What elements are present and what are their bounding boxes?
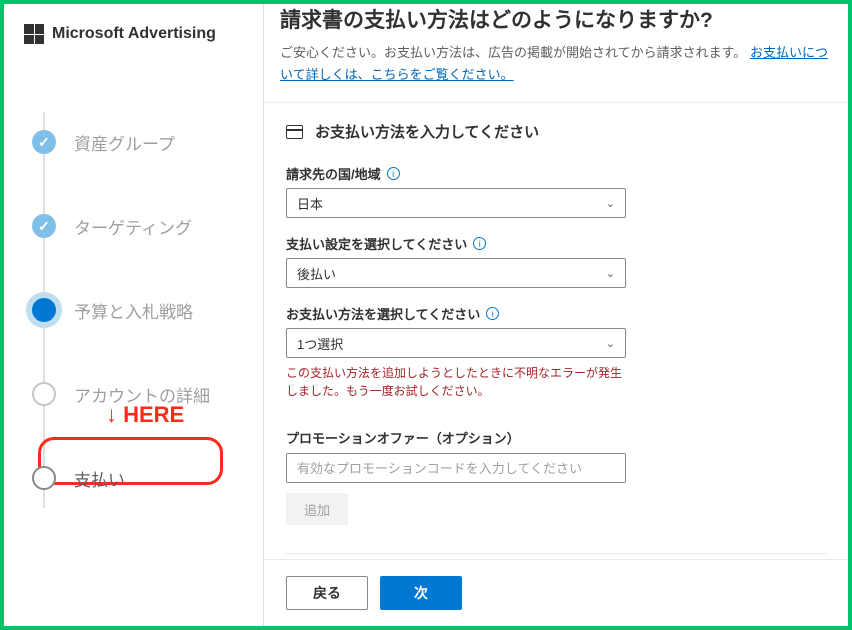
info-icon[interactable]: i xyxy=(486,307,499,320)
payment-setting-select[interactable]: 後払い ⌄ xyxy=(286,258,626,288)
payment-setting-label: 支払い設定を選択してください xyxy=(286,234,467,253)
card-icon xyxy=(286,125,303,139)
steps-nav: 資産グループ ターゲティング 予算と入札戦略 アカウントの詳細 支払い xyxy=(32,100,249,520)
info-icon[interactable]: i xyxy=(473,237,486,250)
promo-section: プロモーションオファー（オプション） 追加 xyxy=(286,428,626,525)
promo-input[interactable] xyxy=(286,453,626,483)
microsoft-logo-icon xyxy=(24,24,44,44)
step-label: 支払い xyxy=(74,466,125,491)
field-country: 請求先の国/地域 i 日本 ⌄ xyxy=(286,164,626,218)
section-title: お支払い方法を入力してください xyxy=(315,121,539,142)
check-icon xyxy=(32,214,56,238)
brand: Microsoft Advertising xyxy=(24,24,249,44)
footer: 戻る 次 xyxy=(264,559,848,626)
check-icon xyxy=(32,130,56,154)
form-content: お支払い方法を入力してください 請求先の国/地域 i 日本 ⌄ 支払い設定を選択… xyxy=(264,103,848,559)
step-asset-groups[interactable]: 資産グループ xyxy=(32,100,249,184)
next-button[interactable]: 次 xyxy=(380,576,462,610)
section-header: お支払い方法を入力してください xyxy=(286,121,826,142)
field-payment-method: お支払い方法を選択してください i 1つ選択 ⌄ この支払い方法を追加しようとし… xyxy=(286,304,626,400)
sidebar: Microsoft Advertising 資産グループ ターゲティング 予算と… xyxy=(4,4,264,626)
main-content: 請求書の支払い方法はどのようになりますか? ご安心ください。お支払い方法は、広告… xyxy=(264,4,848,626)
payment-method-select[interactable]: 1つ選択 ⌄ xyxy=(286,328,626,358)
field-payment-setting: 支払い設定を選択してください i 後払い ⌄ xyxy=(286,234,626,288)
subtitle-text: ご安心ください。お支払い方法は、広告の掲載が開始されてから請求されます。 xyxy=(280,45,746,60)
chevron-down-icon: ⌄ xyxy=(606,197,615,210)
divider xyxy=(286,553,826,554)
step-account-details[interactable]: アカウントの詳細 xyxy=(32,352,249,436)
promo-label: プロモーションオファー（オプション） xyxy=(286,428,626,447)
step-label: アカウントの詳細 xyxy=(74,382,210,407)
step-budget[interactable]: 予算と入札戦略 xyxy=(32,268,249,352)
payment-method-value: 1つ選択 xyxy=(297,334,343,353)
step-label: 資産グループ xyxy=(74,130,175,155)
page-title: 請求書の支払い方法はどのようになりますか? xyxy=(280,4,832,34)
add-promo-button[interactable]: 追加 xyxy=(286,493,348,525)
brand-name: Microsoft Advertising xyxy=(52,25,216,43)
step-targeting[interactable]: ターゲティング xyxy=(32,184,249,268)
payment-method-label: お支払い方法を選択してください xyxy=(286,304,480,323)
dot-icon xyxy=(26,292,62,328)
chevron-down-icon: ⌄ xyxy=(606,337,615,350)
step-label: ターゲティング xyxy=(74,214,192,239)
step-payment[interactable]: 支払い xyxy=(32,436,249,520)
page-header: 請求書の支払い方法はどのようになりますか? ご安心ください。お支払い方法は、広告… xyxy=(264,4,848,103)
back-button[interactable]: 戻る xyxy=(286,576,368,610)
circle-icon xyxy=(32,466,56,490)
info-icon[interactable]: i xyxy=(387,167,400,180)
country-label: 請求先の国/地域 xyxy=(286,164,381,183)
step-label: 予算と入札戦略 xyxy=(74,298,193,323)
circle-icon xyxy=(32,382,56,406)
page-subtitle: ご安心ください。お支払い方法は、広告の掲載が開始されてから請求されます。 お支払… xyxy=(280,42,832,86)
payment-setting-value: 後払い xyxy=(297,264,336,283)
country-select[interactable]: 日本 ⌄ xyxy=(286,188,626,218)
chevron-down-icon: ⌄ xyxy=(606,267,615,280)
country-value: 日本 xyxy=(297,194,323,213)
payment-method-error: この支払い方法を追加しようとしたときに不明なエラーが発生しました。もう一度お試し… xyxy=(286,364,626,400)
